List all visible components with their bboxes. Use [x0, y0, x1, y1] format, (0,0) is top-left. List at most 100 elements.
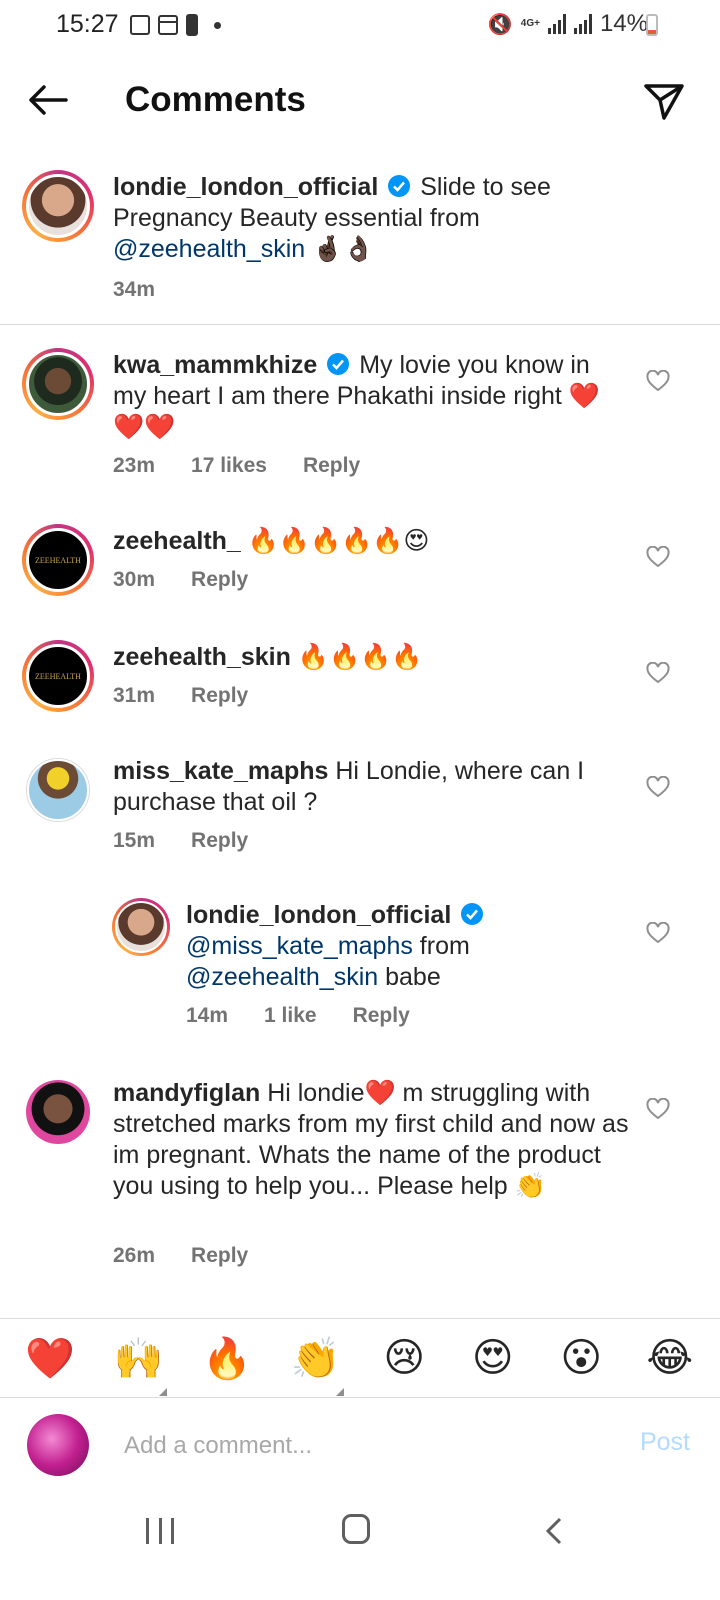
timestamp: 15m — [113, 829, 156, 852]
heart-icon[interactable] — [646, 662, 670, 684]
reaction-heart-eyes[interactable]: 😍 — [463, 1335, 523, 1381]
comment-item: kwa_mammkhize My lovie you know in my he… — [0, 346, 720, 486]
paper-plane-icon[interactable] — [642, 78, 686, 122]
status-notification-icons — [130, 14, 221, 36]
comment-text: miss_kate_maphs Hi Londie, where can I p… — [113, 756, 628, 818]
avatar[interactable] — [112, 898, 170, 956]
battery-percent: 14% — [599, 10, 648, 37]
caption-text: londie_london_official Slide to see Preg… — [113, 172, 583, 265]
likes-count[interactable]: 17 likes — [191, 454, 267, 478]
comment-body: from — [412, 932, 470, 960]
caption-meta: 34m — [113, 278, 155, 302]
header: Comments — [0, 60, 720, 140]
heart-icon[interactable] — [646, 546, 670, 568]
heart-icon[interactable] — [646, 1098, 670, 1120]
reaction-cry[interactable]: 😢 — [374, 1335, 434, 1381]
calendar-icon — [158, 15, 178, 35]
status-bar: 15:27 🔇 4G+ 14% — [0, 0, 720, 52]
timestamp: 26m — [113, 1244, 156, 1267]
gallery-icon — [130, 15, 150, 35]
comment-item: miss_kate_maphs Hi Londie, where can I p… — [0, 752, 720, 862]
comment-meta: 14m 1 like Reply — [186, 1004, 410, 1028]
mention-link[interactable]: @miss_kate_maphs — [186, 932, 413, 960]
reply-button[interactable]: Reply — [191, 568, 248, 592]
system-navigation-bar — [0, 1490, 720, 1600]
status-time: 15:27 — [56, 10, 119, 38]
reaction-heart[interactable]: ❤️ — [20, 1335, 80, 1382]
comment-item: ZEEHEALTH zeehealth_ 🔥🔥🔥🔥🔥😍 30m Reply — [0, 522, 720, 612]
avatar[interactable]: ZEEHEALTH — [22, 640, 94, 712]
nav-back-icon[interactable] — [544, 1516, 564, 1546]
reply-button[interactable]: Reply — [303, 454, 360, 478]
heart-icon[interactable] — [646, 776, 670, 798]
home-icon[interactable] — [342, 1514, 370, 1544]
heart-icon[interactable] — [646, 922, 670, 944]
reaction-surprised[interactable]: 😮 — [551, 1335, 611, 1381]
status-system-icons: 🔇 4G+ 14% — [488, 10, 648, 38]
likes-count[interactable]: 1 like — [264, 1004, 317, 1028]
username[interactable]: zeehealth_ — [113, 527, 241, 555]
comment-meta: 26m Reply — [113, 1244, 248, 1268]
avatar[interactable] — [26, 1080, 90, 1144]
comment-text: zeehealth_skin 🔥🔥🔥🔥 — [113, 642, 628, 673]
mention-link[interactable]: @zeehealth_skin — [113, 235, 305, 263]
heart-icon[interactable] — [646, 370, 670, 392]
quick-reactions-bar: ❤️ 🙌 🔥 👏 😢 😍 😮 😂 — [0, 1318, 720, 1398]
mute-icon: 🔇 — [487, 13, 513, 36]
username[interactable]: kwa_mammkhize — [113, 351, 317, 379]
reply-button[interactable]: Reply — [191, 684, 248, 708]
reaction-fire[interactable]: 🔥 — [197, 1335, 257, 1382]
comment-body-end: babe — [378, 963, 441, 991]
username[interactable]: zeehealth_skin — [113, 643, 291, 671]
reaction-clap-glyph: 👏 — [290, 1336, 341, 1381]
username[interactable]: londie_london_official — [113, 173, 378, 201]
comment-meta: 23m 17 likes Reply — [113, 454, 360, 478]
back-arrow-icon[interactable] — [26, 80, 70, 120]
skin-tone-corner-icon — [158, 1387, 167, 1396]
username[interactable]: miss_kate_maphs — [113, 757, 328, 785]
signal-icon — [547, 14, 566, 34]
comment-item: ZEEHEALTH zeehealth_skin 🔥🔥🔥🔥 31m Reply — [0, 638, 720, 728]
timestamp: 23m — [113, 454, 156, 477]
signal-2-icon — [573, 14, 592, 34]
battery-icon — [646, 14, 658, 36]
recent-apps-icon[interactable] — [146, 1518, 174, 1544]
reply-button[interactable]: Reply — [191, 829, 248, 853]
username[interactable]: mandyfiglan — [113, 1079, 260, 1107]
username[interactable]: londie_london_official — [186, 901, 451, 929]
avatar[interactable] — [22, 348, 94, 420]
comment-input[interactable] — [124, 1426, 574, 1466]
skin-tone-corner-icon — [335, 1387, 344, 1396]
network-type: 4G+ — [520, 18, 540, 29]
verified-badge-icon — [388, 175, 411, 197]
comment-meta: 15m Reply — [113, 829, 248, 853]
post-caption: londie_london_official Slide to see Preg… — [0, 168, 720, 318]
caption-emoji: 🤞🏿👌🏿 — [312, 235, 375, 263]
reaction-raised-hands[interactable]: 🙌 — [109, 1335, 169, 1396]
timestamp: 14m — [186, 1004, 229, 1027]
post-button[interactable]: Post — [640, 1428, 690, 1457]
comment-text: mandyfiglan Hi londie❤️ m struggling wit… — [113, 1078, 633, 1202]
alert-battery-icon — [186, 14, 198, 36]
comment-text: zeehealth_ 🔥🔥🔥🔥🔥😍 — [113, 526, 628, 557]
comment-meta: 31m Reply — [113, 684, 248, 708]
avatar[interactable] — [26, 758, 90, 822]
reply-button[interactable]: Reply — [353, 1004, 410, 1028]
comment-composer: Post — [0, 1400, 720, 1490]
divider — [0, 324, 720, 325]
verified-badge-icon — [461, 903, 484, 925]
comment-reply-item: londie_london_official @miss_kate_maphs … — [0, 896, 720, 1036]
reply-button[interactable]: Reply — [191, 1244, 248, 1268]
avatar[interactable]: ZEEHEALTH — [22, 524, 94, 596]
reaction-clap[interactable]: 👏 — [286, 1335, 346, 1396]
comment-meta: 30m Reply — [113, 568, 248, 592]
comment-text: londie_london_official @miss_kate_maphs … — [186, 900, 626, 993]
avatar-logo-text: ZEEHEALTH — [35, 671, 81, 681]
reaction-raised-hands-glyph: 🙌 — [113, 1336, 164, 1381]
mention-link[interactable]: @zeehealth_skin — [186, 963, 378, 991]
avatar[interactable] — [22, 170, 94, 242]
timestamp: 34m — [113, 278, 156, 301]
current-user-avatar — [27, 1414, 89, 1476]
avatar-logo-text: ZEEHEALTH — [35, 555, 81, 565]
reaction-laughing[interactable]: 😂 — [640, 1335, 700, 1381]
